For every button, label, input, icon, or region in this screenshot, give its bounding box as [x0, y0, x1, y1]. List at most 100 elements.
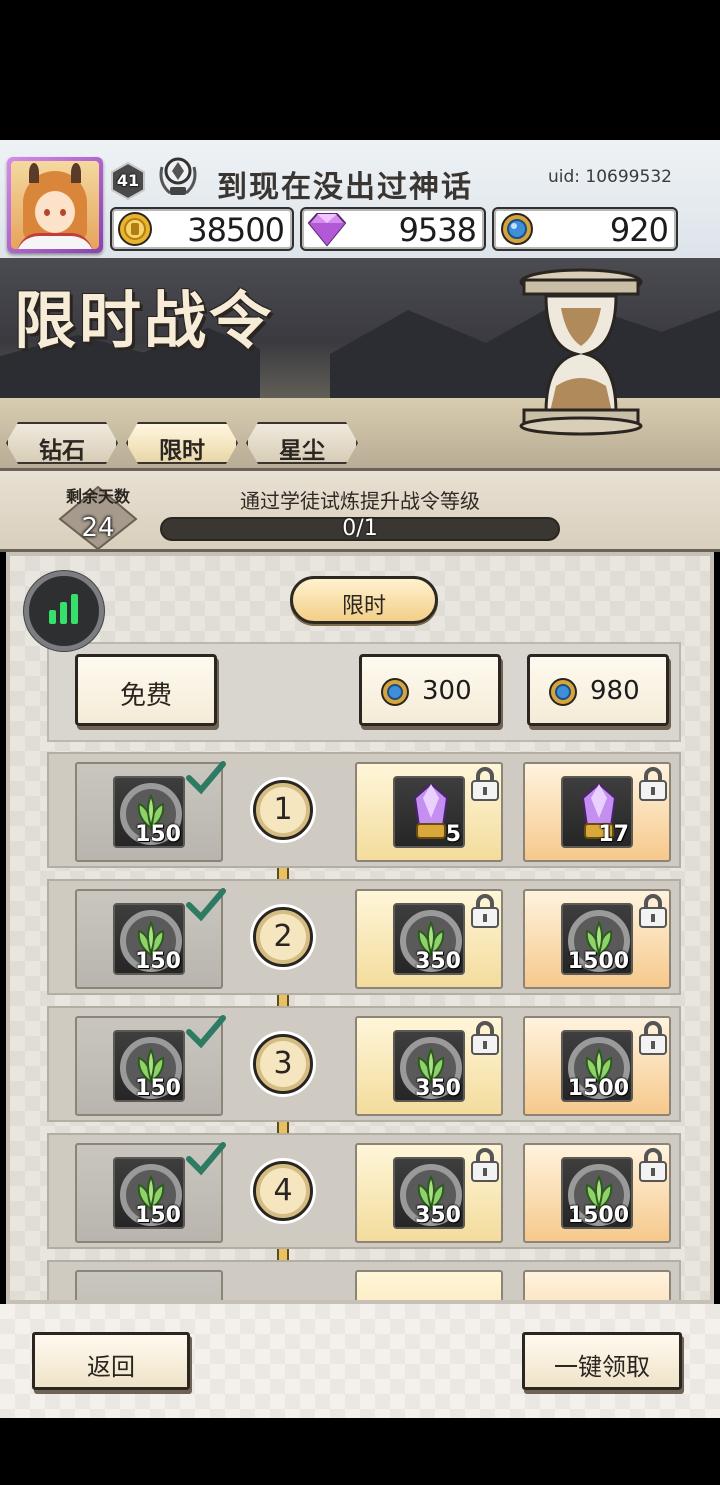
signal-bar [60, 602, 67, 624]
reward-amount: 150 [135, 1076, 181, 1101]
leaf-icon: 150 [113, 776, 185, 848]
leaf-icon: 350 [393, 903, 465, 975]
reward-amount: 17 [598, 822, 629, 847]
tab-label: 限时 [159, 437, 205, 464]
remaining-days-badge: 剩余天数 24 [52, 479, 144, 549]
reward-amount: 1500 [567, 949, 629, 974]
season-label-pill: 限时 [290, 576, 438, 624]
leaf-icon: 1500 [561, 903, 633, 975]
level-node: 4 [253, 1161, 313, 1221]
reward-row: 150 350 1500 [47, 879, 681, 995]
signal-bar [71, 594, 78, 624]
tier1-reward[interactable]: 5 [355, 762, 503, 862]
tier2-reward[interactable]: 17 [523, 762, 671, 862]
reward-row: 150 5 17 [47, 752, 681, 868]
reward-amount: 150 [135, 822, 181, 847]
reward-amount: 1500 [567, 1203, 629, 1228]
tier1-price: 300 [422, 676, 472, 706]
lock-icon [469, 893, 501, 929]
tier1-reward[interactable]: 350 [355, 1143, 503, 1243]
leaf-icon: 150 [113, 1030, 185, 1102]
level-node: 2 [253, 907, 313, 967]
leaf-icon: 150 [113, 1157, 185, 1229]
gold-counter[interactable]: 38500 [110, 207, 294, 251]
avatar[interactable] [7, 157, 103, 253]
lock-icon [637, 1147, 669, 1183]
pass-task-text: 通过学徒试炼提升战令等级 [240, 489, 480, 513]
back-button-label: 返回 [87, 1353, 135, 1381]
leaf-icon: 1500 [561, 1157, 633, 1229]
reward-row: 150 350 1500 [47, 1006, 681, 1122]
reward-amount: 150 [135, 1203, 181, 1228]
crystal-icon: 17 [561, 776, 633, 848]
pass-progress-section: 剩余天数 24 通过学徒试炼提升战令等级 0/1 [0, 468, 720, 552]
stardust-coin-icon [497, 211, 537, 247]
free-reward[interactable]: 150 [75, 888, 226, 989]
tier1-reward[interactable]: 350 [355, 1016, 503, 1116]
lock-icon [469, 766, 501, 802]
stardust-coin-icon [548, 677, 578, 707]
free-tier-card: 免费 [75, 654, 217, 726]
level-number: 2 [273, 919, 293, 954]
diamond-icon [305, 211, 347, 247]
reward-panel[interactable]: 限时 免费 300 980 150 5 17 1 150 350 1500 2 150 350 15… [6, 552, 714, 1304]
tier2-reward[interactable]: 1500 [523, 1143, 671, 1243]
lock-icon [637, 1020, 669, 1056]
reward-amount: 150 [135, 949, 181, 974]
check-icon [185, 760, 227, 796]
page-title: 限时战令 [14, 284, 275, 357]
reward-amount: 350 [415, 949, 461, 974]
player-level-badge: 41 [109, 161, 147, 201]
reward-row-partial [47, 1260, 681, 1300]
free-reward[interactable]: 150 [75, 1015, 226, 1116]
free-tier-label: 免费 [119, 681, 172, 711]
player-header: 41 到现在没出过神话 uid: 10699532 38500 9538 920 [0, 140, 720, 258]
stardust-counter[interactable]: 920 [492, 207, 678, 251]
tier2-reward[interactable]: 1500 [523, 1016, 671, 1116]
lock-icon [637, 893, 669, 929]
diamond-counter[interactable]: 9538 [300, 207, 486, 251]
diamond-value: 9538 [398, 211, 477, 249]
tier2-unlock-button[interactable]: 980 [527, 654, 669, 726]
player-level: 41 [116, 171, 140, 190]
leaf-icon: 350 [393, 1030, 465, 1102]
reward-amount: 350 [415, 1076, 461, 1101]
level-node: 1 [253, 780, 313, 840]
check-icon [185, 887, 227, 923]
check-icon [185, 1141, 227, 1177]
remaining-days-label: 剩余天数 [65, 487, 130, 506]
hourglass-icon [516, 266, 646, 436]
tier1-unlock-button[interactable]: 300 [359, 654, 501, 726]
tab-diamond[interactable]: 钻石 [6, 422, 118, 464]
reward-row: 150 350 1500 [47, 1133, 681, 1249]
status-bar-area [0, 0, 720, 140]
back-button[interactable]: 返回 [32, 1332, 190, 1390]
season-label: 限时 [341, 594, 386, 619]
reward-amount: 1500 [567, 1076, 629, 1101]
free-reward[interactable]: 150 [75, 761, 226, 862]
claim-all-button[interactable]: 一键领取 [522, 1332, 682, 1390]
lock-icon [469, 1020, 501, 1056]
tier2-reward[interactable]: 1500 [523, 889, 671, 989]
leaf-icon: 1500 [561, 1030, 633, 1102]
nav-bar-area [0, 1418, 720, 1485]
player-name: 到现在没出过神话 [217, 170, 473, 205]
free-reward[interactable]: 150 [75, 1142, 226, 1243]
rank-trophy-icon[interactable] [156, 153, 200, 201]
network-signal-button[interactable] [24, 571, 104, 651]
tab-label: 星尘 [279, 437, 325, 464]
tab-limited[interactable]: 限时 [126, 422, 238, 464]
tab-stardust[interactable]: 星尘 [246, 422, 358, 464]
stardust-coin-icon [380, 677, 410, 707]
level-number: 3 [273, 1046, 293, 1081]
check-icon [185, 1014, 227, 1050]
stardust-value: 920 [609, 211, 669, 249]
level-node: 3 [253, 1034, 313, 1094]
tier1-reward[interactable]: 350 [355, 889, 503, 989]
leaf-icon: 150 [113, 903, 185, 975]
crystal-icon: 5 [393, 776, 465, 848]
gold-coin-icon [115, 211, 155, 247]
leaf-icon: 350 [393, 1157, 465, 1229]
tier2-price: 980 [590, 676, 640, 706]
reward-amount: 5 [445, 822, 461, 847]
